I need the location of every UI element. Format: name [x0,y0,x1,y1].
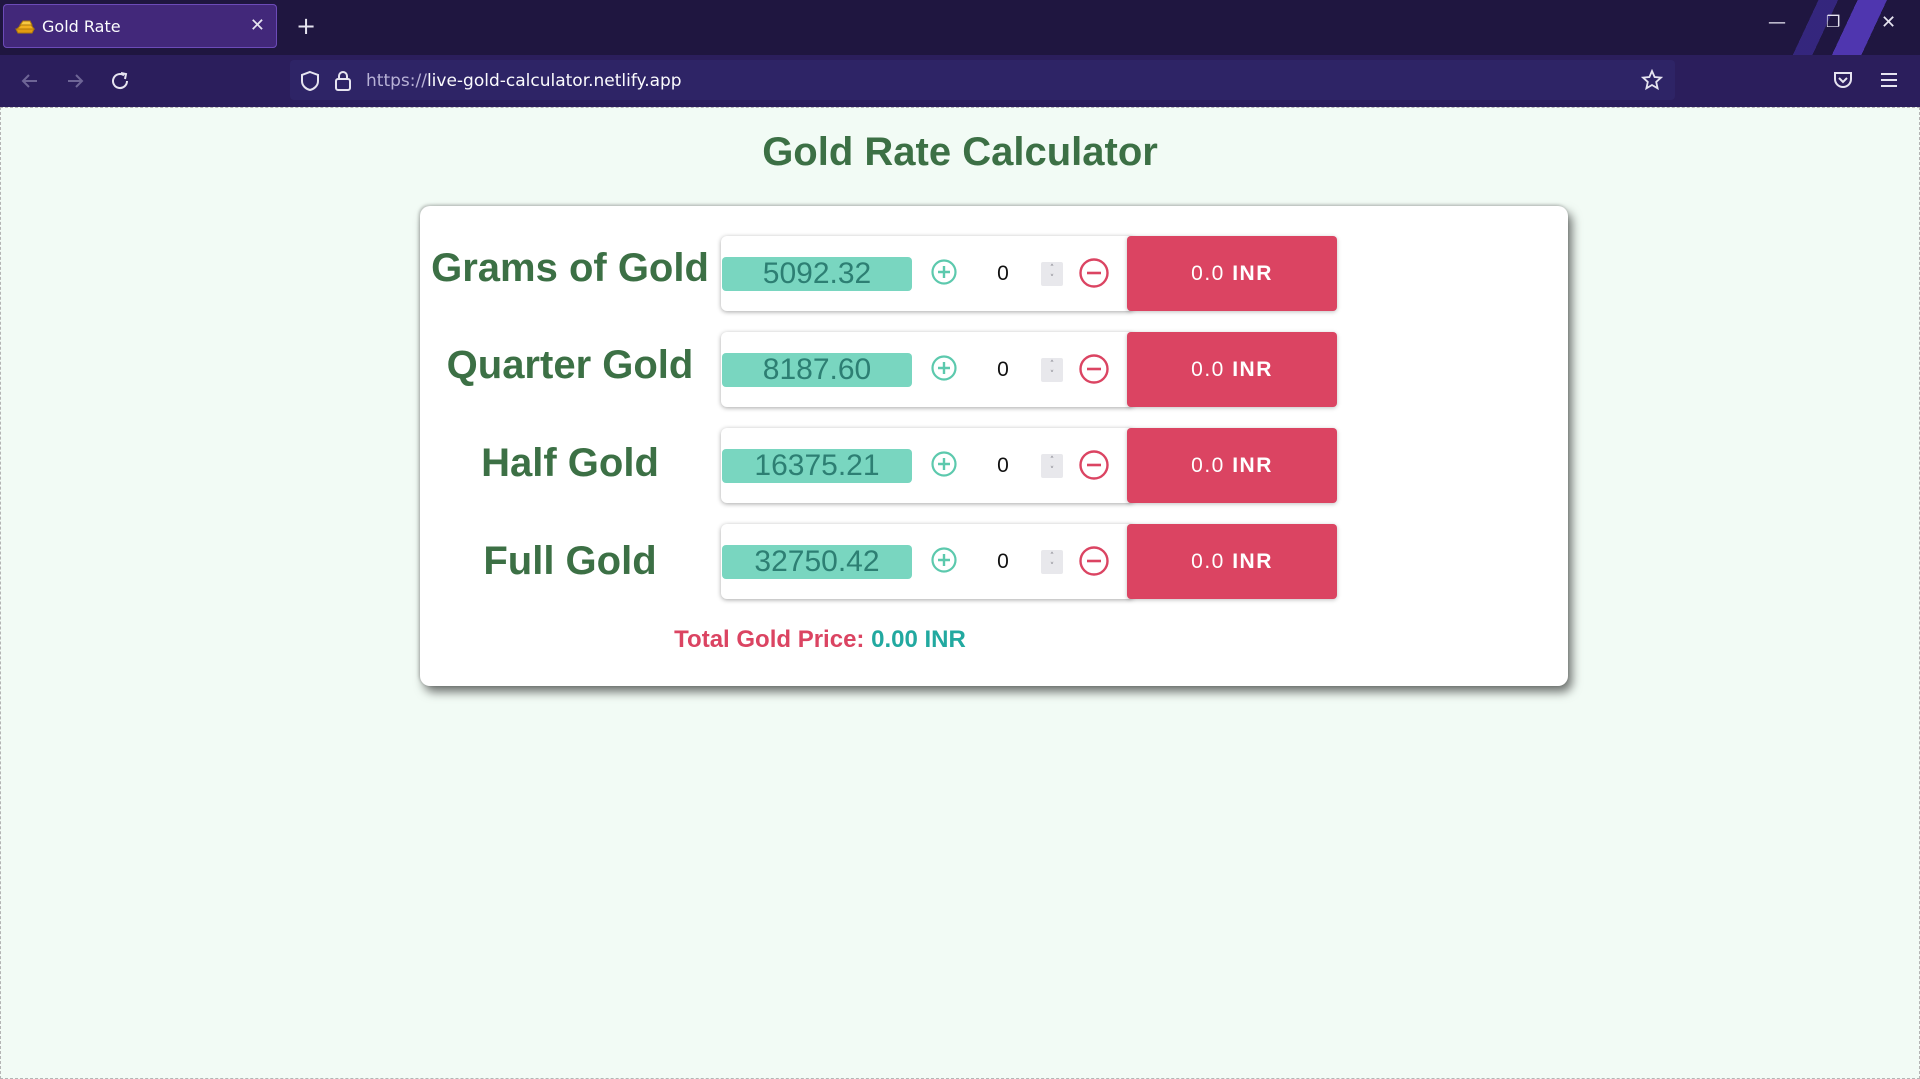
row-amount-button[interactable]: 0.0 INR [1127,332,1337,407]
browser-tab[interactable]: Gold Rate ✕ [3,4,277,48]
plus-icon[interactable] [930,546,958,574]
quantity-input[interactable]: 0 [991,262,1015,286]
calculator-control-full: 32750.42 0 ˄ ˅ [721,524,1134,599]
total-gold-price: Total Gold Price: 0.00 INR [0,626,1640,654]
calculator-control-half: 16375.21 0 ˄ ˅ [721,428,1134,503]
plus-icon[interactable] [930,258,958,286]
row-amount-button[interactable]: 0.0 INR [1127,524,1337,599]
amount-value: 0.0 [1191,454,1225,477]
reload-icon[interactable] [107,68,133,94]
currency-label: INR [1232,358,1273,381]
amount-value: 0.0 [1191,262,1225,285]
quantity-input[interactable]: 0 [991,550,1015,574]
hamburger-menu-icon[interactable] [1878,69,1900,91]
row-label-full: Full Gold [483,539,657,583]
minus-icon[interactable] [1078,449,1110,481]
page-title: Gold Rate Calculator [762,130,1158,174]
browser-navbar: https://live-gold-calculator.netlify.app [0,55,1920,107]
lock-icon[interactable] [334,70,352,92]
chevron-down-icon[interactable]: ˅ [1047,466,1057,476]
quantity-stepper[interactable]: ˄ ˅ [1041,454,1063,478]
rate-display: 16375.21 [722,449,912,483]
restore-icon[interactable]: ❐ [1826,12,1840,31]
back-icon[interactable] [17,68,43,94]
url-scheme: https:// [366,71,427,91]
quantity-input[interactable]: 0 [991,358,1015,382]
calculator-card: Grams of Gold 5092.32 0 ˄ ˅ 0.0 INR Quar… [420,206,1568,686]
total-label: Total Gold Price: [674,626,865,653]
browser-titlebar: Gold Rate ✕ + — ❐ ✕ [0,0,1920,55]
url-host: live-gold-calculator.netlify.app [426,71,682,91]
rate-display: 5092.32 [722,257,912,291]
quantity-input[interactable]: 0 [991,454,1015,478]
chevron-up-icon[interactable]: ˄ [1047,264,1057,274]
currency-label: INR [1232,262,1273,285]
window-close-icon[interactable]: ✕ [1881,12,1896,33]
row-label-grams: Grams of Gold [431,246,709,290]
calculator-control-grams: 5092.32 0 ˄ ˅ [721,236,1134,311]
rate-display: 8187.60 [722,353,912,387]
minus-icon[interactable] [1078,545,1110,577]
bookmark-star-icon[interactable] [1641,69,1663,91]
shield-icon[interactable] [300,70,320,92]
amount-value: 0.0 [1191,550,1225,573]
minimize-icon[interactable]: — [1768,12,1786,33]
quantity-stepper[interactable]: ˄ ˅ [1041,550,1063,574]
chevron-up-icon[interactable]: ˄ [1047,552,1057,562]
chevron-up-icon[interactable]: ˄ [1047,360,1057,370]
rate-display: 32750.42 [722,545,912,579]
row-amount-button[interactable]: 0.0 INR [1127,428,1337,503]
minus-icon[interactable] [1078,257,1110,289]
minus-icon[interactable] [1078,353,1110,385]
chevron-down-icon[interactable]: ˅ [1047,370,1057,380]
plus-icon[interactable] [930,354,958,382]
chevron-down-icon[interactable]: ˅ [1047,562,1057,572]
total-value: 0.00 INR [871,626,966,653]
tab-title: Gold Rate [42,17,121,36]
chevron-down-icon[interactable]: ˅ [1047,274,1057,284]
close-tab-icon[interactable]: ✕ [250,15,265,36]
plus-icon[interactable] [930,450,958,478]
quantity-stepper[interactable]: ˄ ˅ [1041,262,1063,286]
address-bar[interactable]: https://live-gold-calculator.netlify.app [290,60,1675,100]
currency-label: INR [1232,550,1273,573]
gold-bars-icon [15,20,35,34]
chevron-up-icon[interactable]: ˄ [1047,456,1057,466]
row-amount-button[interactable]: 0.0 INR [1127,236,1337,311]
amount-value: 0.0 [1191,358,1225,381]
new-tab-icon[interactable]: + [296,11,316,41]
url-text[interactable]: https://live-gold-calculator.netlify.app [366,71,682,91]
calculator-control-quarter: 8187.60 0 ˄ ˅ [721,332,1134,407]
quantity-stepper[interactable]: ˄ ˅ [1041,358,1063,382]
row-label-quarter: Quarter Gold [446,343,694,387]
currency-label: INR [1232,454,1273,477]
forward-icon[interactable] [62,68,88,94]
pocket-icon[interactable] [1832,69,1854,91]
row-label-half: Half Gold [481,441,659,485]
